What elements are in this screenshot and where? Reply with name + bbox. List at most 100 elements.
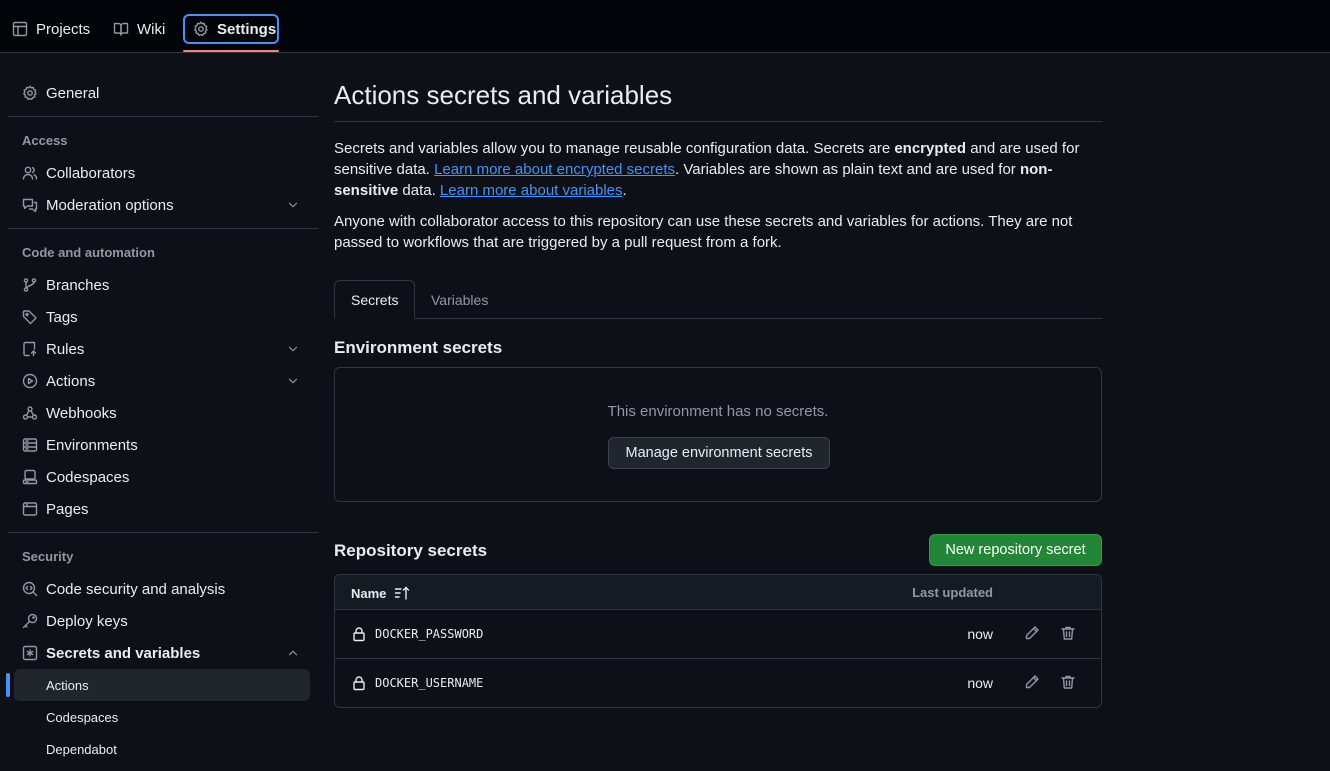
chevron-up-icon: [286, 646, 300, 660]
sidebar-subitem-label: Codespaces: [46, 709, 119, 725]
intro-text: .: [622, 182, 627, 199]
server-icon: [22, 437, 38, 453]
sidebar-item-pages[interactable]: Pages: [14, 493, 310, 525]
lock-icon: [351, 675, 367, 691]
nav-tab-label: Wiki: [137, 20, 166, 38]
nav-tab-projects[interactable]: Projects: [4, 14, 98, 44]
repo-top-nav: Projects Wiki Settings: [0, 0, 1330, 53]
repository-secrets-table: Name Last updated DOCKER_PASSWORD now DO…: [334, 574, 1102, 708]
tab-variables[interactable]: Variables: [415, 280, 504, 319]
nav-tab-wiki[interactable]: Wiki: [105, 14, 173, 44]
sidebar-item-label: Pages: [46, 500, 89, 518]
chevron-down-icon: [286, 342, 300, 356]
secret-updated: now: [967, 675, 993, 691]
sidebar-heading-code: Code and automation: [22, 245, 155, 260]
sidebar-divider: [8, 116, 318, 117]
sidebar-subitem-label: Dependabot: [46, 741, 117, 757]
sidebar-item-label: Actions: [46, 372, 96, 390]
sidebar-item-collaborators[interactable]: Collaborators: [14, 157, 310, 189]
people-icon: [22, 165, 38, 181]
sidebar-item-general[interactable]: General: [14, 77, 310, 109]
sidebar-item-label: Collaborators: [46, 164, 136, 182]
sidebar-item-actions[interactable]: Actions: [14, 365, 310, 397]
asterisk-box-icon: [22, 645, 38, 661]
table-row: DOCKER_USERNAME now: [335, 659, 1101, 707]
secret-name: DOCKER_USERNAME: [375, 676, 484, 690]
key-icon: [22, 613, 38, 629]
environment-empty-message: This environment has no secrets.: [607, 403, 829, 420]
intro-paragraph: Secrets and variables allow you to manag…: [334, 138, 1104, 201]
webhook-icon: [22, 405, 38, 421]
table-row: DOCKER_PASSWORD now: [335, 610, 1101, 659]
play-circle-icon: [22, 373, 38, 389]
new-repository-secret-button[interactable]: New repository secret: [929, 534, 1102, 566]
tab-secrets[interactable]: Secrets: [334, 280, 415, 319]
sidebar-subitem-actions[interactable]: Actions: [14, 669, 310, 701]
page-title: Actions secrets and variables: [334, 80, 673, 110]
environment-secrets-heading: Environment secrets: [334, 338, 503, 357]
active-item-marker: [6, 673, 10, 697]
sidebar-item-label: Codespaces: [46, 468, 130, 486]
lock-icon: [351, 626, 367, 642]
access-note-paragraph: Anyone with collaborator access to this …: [334, 213, 1073, 251]
sidebar-item-branches[interactable]: Branches: [14, 269, 310, 301]
chevron-down-icon: [286, 198, 300, 212]
manage-environment-secrets-button[interactable]: Manage environment secrets: [608, 437, 830, 469]
sidebar-item-label: Moderation options: [46, 196, 174, 214]
intro-text: Secrets and variables allow you to manag…: [334, 140, 895, 157]
learn-more-variables-link[interactable]: Learn more about variables: [440, 182, 623, 199]
sidebar-divider: [8, 228, 318, 229]
sidebar-heading-access: Access: [22, 133, 68, 148]
codespaces-icon: [22, 469, 38, 485]
sidebar-item-deploy-keys[interactable]: Deploy keys: [14, 605, 310, 637]
sidebar-item-environments[interactable]: Environments: [14, 429, 310, 461]
secret-updated: now: [967, 626, 993, 642]
tag-icon: [22, 309, 38, 325]
pencil-icon[interactable]: [1024, 674, 1040, 690]
active-tab-underline: [183, 50, 279, 52]
sidebar-subitem-codespaces[interactable]: Codespaces: [14, 701, 310, 733]
sidebar-item-codespaces[interactable]: Codespaces: [14, 461, 310, 493]
gear-icon: [193, 21, 209, 37]
sidebar-subitem-dependabot[interactable]: Dependabot: [14, 733, 310, 765]
sidebar-item-label: Rules: [46, 340, 85, 358]
title-divider: [334, 121, 1102, 122]
sidebar-item-label: Webhooks: [46, 404, 117, 422]
chevron-down-icon: [286, 374, 300, 388]
sidebar-heading-security: Security: [22, 549, 74, 564]
sidebar-item-label: Secrets and variables: [46, 644, 201, 662]
nav-tab-label: Projects: [36, 20, 91, 38]
table-header: Name Last updated: [335, 575, 1101, 610]
sort-asc-icon: [394, 585, 410, 601]
comment-discussion-icon: [22, 197, 38, 213]
sidebar-item-tags[interactable]: Tags: [14, 301, 310, 333]
sidebar-item-label: Deploy keys: [46, 612, 128, 630]
repo-push-icon: [22, 341, 38, 357]
table-icon: [12, 21, 28, 37]
sidebar-item-rules[interactable]: Rules: [14, 333, 310, 365]
browser-icon: [22, 501, 38, 517]
intro-text: . Variables are shown as plain text and …: [675, 161, 1020, 178]
intro-text: data.: [398, 182, 440, 199]
git-branch-icon: [22, 277, 38, 293]
sidebar-item-label: Branches: [46, 276, 110, 294]
codescan-icon: [22, 581, 38, 597]
trash-icon[interactable]: [1060, 674, 1076, 690]
column-updated-header: Last updated: [912, 585, 993, 600]
sidebar-item-code-security[interactable]: Code security and analysis: [14, 573, 310, 605]
nav-tab-label: Settings: [217, 20, 277, 38]
nav-tab-settings[interactable]: Settings: [183, 14, 279, 44]
column-name-header[interactable]: Name: [351, 585, 410, 601]
sidebar-item-label: General: [46, 84, 100, 102]
intro-bold-encrypted: encrypted: [894, 140, 967, 157]
secret-name: DOCKER_PASSWORD: [375, 627, 484, 641]
pencil-icon[interactable]: [1024, 625, 1040, 641]
sidebar-divider: [8, 532, 318, 533]
learn-more-secrets-link[interactable]: Learn more about encrypted secrets: [434, 161, 675, 178]
sidebar-item-moderation[interactable]: Moderation options: [14, 189, 310, 221]
sidebar-item-webhooks[interactable]: Webhooks: [14, 397, 310, 429]
environment-secrets-box: This environment has no secrets. Manage …: [334, 367, 1102, 502]
repository-secrets-heading: Repository secrets: [334, 541, 488, 560]
trash-icon[interactable]: [1060, 625, 1076, 641]
sidebar-item-secrets-variables[interactable]: Secrets and variables: [14, 637, 310, 669]
